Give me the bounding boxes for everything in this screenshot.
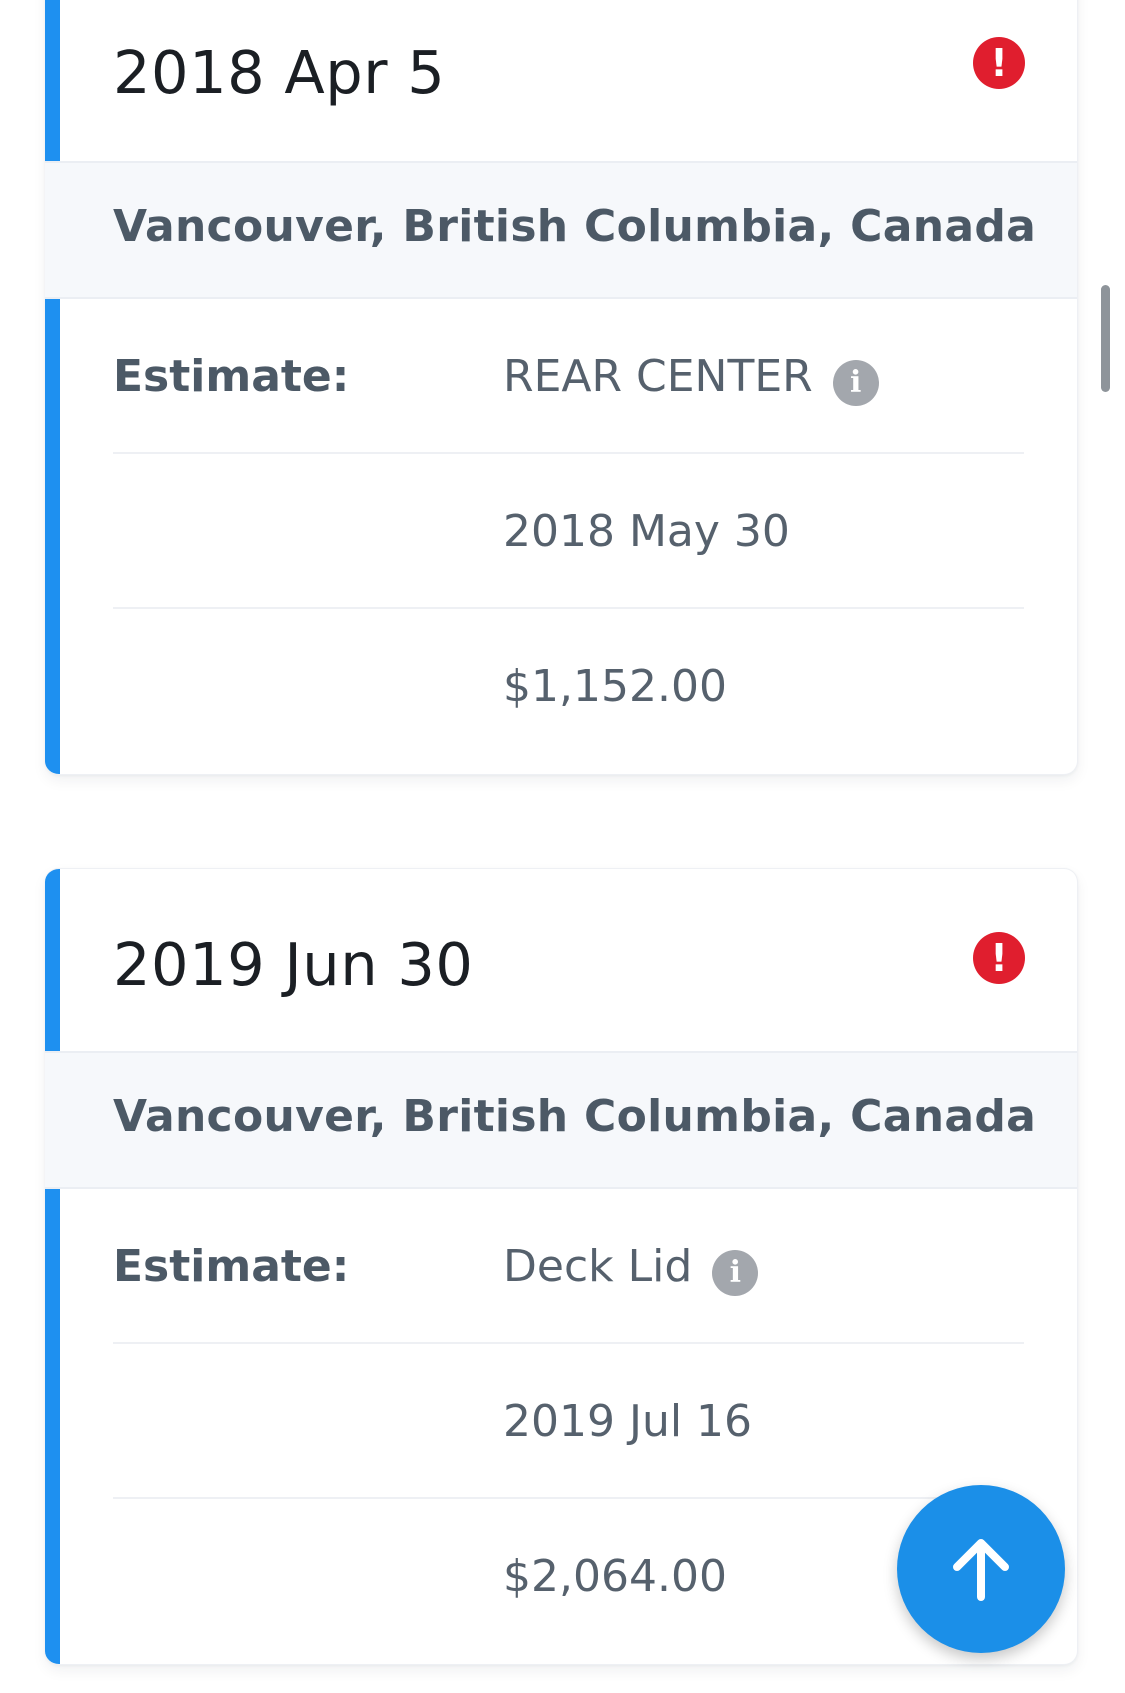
info-icon[interactable]: i (832, 359, 879, 406)
incident-date: 2019 Jun 30 (113, 930, 474, 999)
estimate-date-row: 2019 Jul 16 (113, 1344, 1024, 1499)
estimate-date-row: 2018 May 30 (113, 454, 1024, 609)
exclamation-circle-icon: ! (973, 37, 1025, 89)
info-icon[interactable]: i (712, 1249, 759, 1296)
estimate-amount-row: $1,152.00 (113, 609, 1024, 764)
estimate-amount: $2,064.00 (503, 1551, 727, 1602)
estimate-amount: $1,152.00 (503, 661, 727, 712)
scrollbar-thumb[interactable] (1101, 285, 1110, 392)
location-band: Vancouver, British Columbia, Canada (45, 1051, 1077, 1189)
location-text: Vancouver, British Columbia, Canada (113, 201, 1037, 252)
arrow-up-icon (953, 1539, 1009, 1601)
scroll-to-top-button[interactable] (897, 1485, 1065, 1653)
estimate-date: 2018 May 30 (503, 506, 790, 557)
estimate-date: 2019 Jul 16 (503, 1396, 753, 1447)
estimate-name: Deck Lid (503, 1241, 693, 1292)
incident-card[interactable]: 2018 Apr 5 ! Vancouver, British Columbia… (45, 0, 1078, 775)
estimate-name-value: REAR CENTER i (503, 351, 879, 406)
estimate-name-row: Estimate: Deck Lid i (113, 1189, 1024, 1344)
estimate-label: Estimate: (113, 1241, 350, 1292)
page: 2018 Apr 5 ! Vancouver, British Columbia… (0, 0, 1125, 1693)
estimate-details: Estimate: REAR CENTER i 2018 May 30 $1,1… (45, 299, 1077, 764)
estimate-name-value: Deck Lid i (503, 1241, 759, 1296)
incident-date: 2018 Apr 5 (113, 38, 446, 107)
location-text: Vancouver, British Columbia, Canada (113, 1091, 1037, 1142)
card-header: 2018 Apr 5 ! (45, 0, 1077, 161)
card-header: 2019 Jun 30 ! (45, 869, 1077, 1051)
estimate-amount-row: $2,064.00 (113, 1499, 1024, 1654)
location-band: Vancouver, British Columbia, Canada (45, 161, 1077, 299)
estimate-name-row: Estimate: REAR CENTER i (113, 299, 1024, 454)
estimate-name: REAR CENTER (503, 351, 813, 402)
exclamation-circle-icon: ! (973, 932, 1025, 984)
estimate-label: Estimate: (113, 351, 350, 402)
